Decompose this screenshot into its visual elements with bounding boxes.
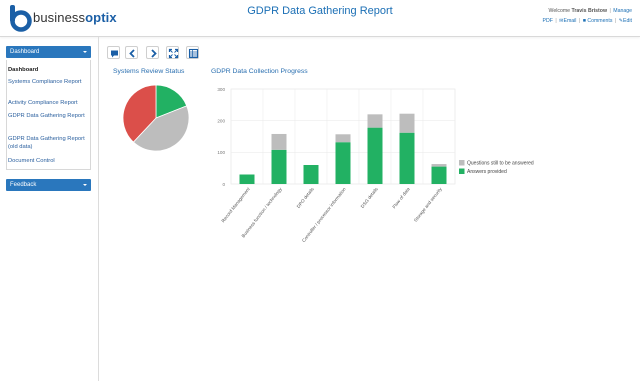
bar-unanswered-1[interactable] [271,133,287,150]
next-button[interactable] [146,46,159,59]
dashboard-panel-label: Dashboard [10,49,40,55]
bar-answered-4[interactable] [367,127,383,184]
y-tick-label: 100 [217,150,225,155]
bar-answered-3[interactable] [335,142,351,184]
fullscreen-button[interactable] [166,46,179,59]
legend-label: Answers provided [467,169,507,175]
sidebar-item-activity-compliance[interactable]: Activity Compliance Report [8,99,88,107]
manage-link[interactable]: Manage [613,8,632,14]
sidebar: Dashboard Dashboard Systems Compliance R… [0,37,99,381]
dashboard-panel-header[interactable]: Dashboard [6,46,91,58]
bar-unanswered-6[interactable] [431,164,447,167]
bar-answered-2[interactable] [303,165,319,184]
feedback-panel-label: Feedback [10,182,37,188]
caret-down-icon [83,51,87,53]
caret-down-icon [83,184,87,186]
bar-unanswered-4[interactable] [367,114,383,128]
comment-button[interactable] [107,46,120,59]
pie-chart-title: Systems Review Status [113,68,185,75]
comments-icon: ■ [582,18,586,24]
sidebar-item-document-control[interactable]: Document Control [8,157,88,165]
sidebar-item-dashboard[interactable]: Dashboard [8,66,88,74]
page-title: GDPR Data Gathering Report [247,5,393,17]
sidebar-item-gdpr-report[interactable]: GDPR Data Gathering Report [8,112,88,120]
previous-button[interactable] [125,46,138,59]
legend-swatch [459,160,465,166]
bar-chart-title: GDPR Data Collection Progress [211,68,308,75]
legend-label: Questions still to be answered [467,161,534,167]
comments-link[interactable]: Comments [587,18,612,24]
pdf-link[interactable]: PDF [542,18,552,24]
comment-icon [111,50,118,58]
x-tick-label: Record Management [220,186,251,223]
edit-link[interactable]: Edit [623,18,632,24]
y-tick-label: 300 [217,87,225,92]
email-link[interactable]: Email [563,18,576,24]
page-header: businessoptix GDPR Data Gathering Report… [0,0,640,37]
sidebar-item-gdpr-report-old[interactable]: GDPR Data Gathering Report (old data) [8,135,88,151]
bar-unanswered-3[interactable] [335,134,351,143]
feedback-panel-header[interactable]: Feedback [6,179,91,191]
y-tick-label: 0 [222,182,225,187]
table-icon [188,48,199,59]
expand-icon [168,48,179,59]
bar-unanswered-5[interactable] [399,113,415,133]
pie-chart [122,84,190,152]
welcome-text: Welcome Travis Bristow | Manage [548,8,632,14]
x-tick-label: DPO details [296,186,315,209]
bar-chart: 0100200300Record ManagementBusiness func… [217,87,534,243]
x-tick-label: Storage and security [413,186,443,223]
user-name: Travis Bristow [571,8,607,14]
table-view-button[interactable] [186,46,199,59]
bar-answered-1[interactable] [271,149,287,184]
bar-answered-5[interactable] [399,132,415,184]
header-links: PDF | ✉Email | ■ Comments | ✎Edit [542,18,632,24]
bar-answered-6[interactable] [431,166,447,184]
legend-swatch [459,168,465,174]
x-tick-label: DSG details [360,186,379,209]
x-tick-label: Flow of data [391,186,411,209]
y-tick-label: 200 [217,118,225,123]
sidebar-item-systems-compliance[interactable]: Systems Compliance Report [8,78,88,86]
chevron-right-icon [151,49,157,58]
bar-answered-0[interactable] [239,174,255,185]
chevron-left-icon [129,49,135,58]
